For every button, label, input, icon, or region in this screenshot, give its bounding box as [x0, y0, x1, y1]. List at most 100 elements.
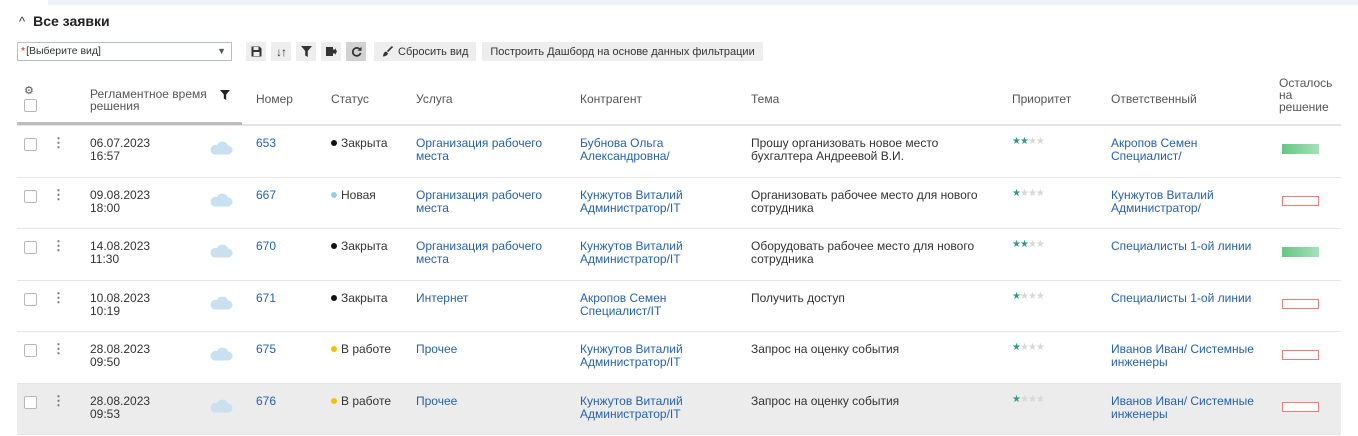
table-row[interactable]: ⋮ 10.08.2023 10:19 671 Закрыта Интернет Акропо… [17, 281, 1341, 332]
status-text: Закрыта [341, 239, 388, 253]
star-icon: ★ [1012, 136, 1021, 147]
star-icon: ★ [1027, 136, 1037, 147]
top-divider [48, 0, 1358, 5]
status-dot-icon [331, 243, 337, 249]
row-menu-icon[interactable]: ⋮ [52, 136, 65, 149]
counterparty-link[interactable]: Кунжутов Виталий Администратор/IT [580, 394, 720, 421]
status-label: В работе [331, 343, 391, 356]
status-text: В работе [341, 393, 392, 408]
priority-stars: ★★★★ [1012, 136, 1045, 147]
request-number-link[interactable]: 676 [256, 394, 276, 408]
section-title: Все заявки [33, 13, 110, 29]
view-select[interactable]: *[Выберите вид] ▼ [17, 42, 232, 61]
row-menu-icon[interactable]: ⋮ [52, 291, 65, 304]
status-dot-icon [331, 397, 337, 404]
request-number-link[interactable]: 667 [256, 188, 276, 202]
service-link[interactable]: Прочее [416, 394, 566, 408]
request-number-link[interactable]: 670 [256, 240, 276, 253]
responsible-link[interactable]: Акропов Семен Специалист/ [1111, 137, 1261, 163]
responsible-link[interactable]: Специалисты 1-ой линии [1111, 291, 1261, 305]
cloud-icon [210, 244, 233, 258]
cloud-icon [210, 193, 233, 206]
row-checkbox[interactable] [24, 344, 37, 357]
col-subject[interactable]: Тема [751, 93, 779, 105]
section-header[interactable]: ^ Все заявки [19, 13, 110, 29]
horizontal-scrollbar[interactable] [17, 122, 242, 125]
service-link[interactable]: Интернет [416, 291, 566, 305]
row-checkbox[interactable] [24, 395, 37, 409]
gear-icon[interactable]: ⚙ [24, 85, 34, 97]
column-filter-icon[interactable] [220, 90, 230, 102]
deadline-time: 09:53 [90, 406, 121, 421]
table-row[interactable]: ⋮ 06.07.2023 16:57 653 Закрыта Организация ра… [17, 126, 1341, 178]
counterparty-link[interactable]: Кунжутов Виталий Администратор/IT [580, 343, 720, 369]
deadline-date: 09.08.2023 [90, 187, 151, 202]
request-number-link[interactable]: 675 [256, 343, 276, 356]
counterparty-link[interactable]: Кунжутов Виталий Администратор/IT [580, 188, 720, 215]
subject-text: Запрос на оценку события [751, 342, 900, 356]
col-number[interactable]: Номер [256, 93, 293, 105]
export-button[interactable] [321, 42, 341, 61]
status-dot-icon [331, 140, 337, 146]
refresh-button[interactable] [346, 42, 366, 61]
table-row[interactable]: ⋮ 14.08.2023 11:30 670 Закрыта Организация ра… [17, 229, 1341, 281]
counterparty-link[interactable]: Кунжутов Виталий Администратор/IT [580, 240, 720, 266]
deadline-time: 09:50 [90, 355, 121, 369]
responsible-link[interactable]: Специалисты 1-ой линии [1111, 240, 1261, 253]
col-responsible[interactable]: Ответственный [1111, 93, 1197, 105]
status-dot-icon [331, 191, 337, 198]
priority-stars: ★★★★ [1012, 291, 1045, 302]
table-row[interactable]: ⋮ 28.08.2023 09:53 676 В работе Прочее Кунжуто… [17, 383, 1341, 435]
sort-button[interactable]: ↓↑ [271, 42, 291, 61]
save-button[interactable] [246, 42, 266, 61]
col-service[interactable]: Услуга [416, 93, 453, 105]
service-link[interactable]: Прочее [416, 343, 566, 356]
service-link[interactable]: Организация рабочего места [416, 137, 566, 163]
service-link[interactable]: Организация рабочего места [416, 240, 566, 266]
col-deadline[interactable]: Регламентное время решения [90, 88, 210, 112]
table-row[interactable]: ⋮ 09.08.2023 18:00 667 Новая Организация рабо… [17, 178, 1341, 229]
row-checkbox[interactable] [24, 241, 37, 254]
col-counterparty[interactable]: Контрагент [580, 93, 642, 105]
status-label: Новая [331, 188, 376, 202]
request-number-link[interactable]: 653 [256, 137, 276, 150]
subject-text: Получить доступ [751, 290, 845, 305]
chevron-up-icon[interactable]: ^ [19, 14, 25, 29]
view-select-value: [Выберите вид] [26, 45, 101, 57]
row-menu-icon[interactable]: ⋮ [52, 188, 65, 201]
chevron-down-icon[interactable]: ▼ [217, 43, 226, 60]
responsible-link[interactable]: Иванов Иван/ Системные инженеры [1111, 343, 1261, 369]
table-body: ⋮ 06.07.2023 16:57 653 Закрыта Организация ра… [17, 126, 1341, 435]
status-dot-icon [331, 294, 337, 301]
row-checkbox[interactable] [24, 189, 37, 203]
row-menu-icon[interactable]: ⋮ [52, 342, 65, 355]
build-dashboard-button[interactable]: Построить Дашборд на основе данных фильт… [482, 42, 763, 61]
subject-text: Запрос на оценку события [751, 393, 900, 408]
row-checkbox[interactable] [24, 292, 37, 306]
sort-icon: ↓↑ [276, 44, 287, 59]
toolbar: *[Выберите вид] ▼ ↓↑ Сбросить вид Постро… [17, 41, 763, 62]
row-menu-icon[interactable]: ⋮ [52, 239, 65, 252]
table-row[interactable]: ⋮ 28.08.2023 09:50 675 В работе Прочее Кунжуто… [17, 332, 1341, 384]
star-icon: ★ [1035, 187, 1045, 199]
counterparty-link[interactable]: Бубнова Ольга Александровна/ [580, 137, 720, 163]
responsible-link[interactable]: Кунжутов Виталий Администратор/ [1111, 188, 1261, 215]
counterparty-link[interactable]: Акропов Семен Специалист/IT [580, 291, 720, 318]
request-number-link[interactable]: 671 [256, 291, 276, 305]
row-menu-icon[interactable]: ⋮ [52, 394, 65, 407]
remaining-time-bar [1282, 298, 1319, 309]
star-icon: ★ [1012, 239, 1021, 250]
status-text: Закрыта [341, 136, 388, 150]
export-icon [325, 47, 337, 56]
select-all-checkbox[interactable] [24, 99, 37, 112]
row-checkbox[interactable] [24, 138, 37, 151]
star-icon: ★ [1035, 342, 1045, 353]
col-priority[interactable]: Приоритет [1012, 93, 1071, 105]
filter-button[interactable] [296, 42, 316, 61]
col-remaining[interactable]: Осталось на решение [1279, 77, 1335, 113]
remaining-time-bar [1282, 350, 1319, 360]
col-status[interactable]: Статус [331, 93, 369, 105]
service-link[interactable]: Организация рабочего места [416, 188, 566, 215]
responsible-link[interactable]: Иванов Иван/ Системные инженеры [1111, 394, 1261, 421]
reset-view-button[interactable]: Сбросить вид [374, 42, 477, 61]
